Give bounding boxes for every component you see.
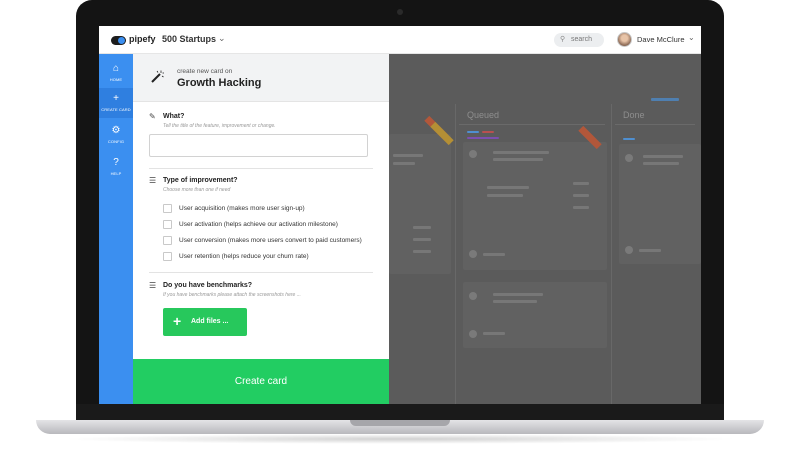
- laptop-shadow: [60, 434, 740, 444]
- sidebar-item-config[interactable]: ⚙ CONFIG: [99, 120, 133, 150]
- card-text: [643, 155, 683, 158]
- option-label: User conversion (makes more users conver…: [179, 237, 362, 244]
- user-menu-chevron-icon[interactable]: ⌄: [688, 33, 695, 42]
- card-text: [493, 293, 543, 296]
- avatar: [469, 330, 477, 338]
- checkbox[interactable]: [163, 204, 172, 213]
- column-separator: [455, 104, 456, 404]
- create-card-panel: create new card on Growth Hacking ✎ What…: [133, 54, 389, 404]
- panel-subtitle: create new card on: [177, 68, 233, 75]
- benchmarks-label: Do you have benchmarks?: [163, 282, 253, 289]
- card-text: [487, 194, 523, 197]
- card-tag: [482, 131, 494, 133]
- avatar: [625, 246, 633, 254]
- column-separator: [611, 104, 612, 404]
- avatar: [469, 250, 477, 258]
- sidebar-item-label: CONFIG: [107, 139, 125, 144]
- list-icon: ☰: [149, 176, 157, 185]
- home-icon: ⌂: [112, 63, 120, 74]
- card-text: [393, 162, 415, 165]
- chevron-down-icon[interactable]: ⌄: [218, 33, 226, 44]
- laptop-notch: [350, 420, 450, 426]
- add-files-button[interactable]: + Add files ...: [163, 308, 247, 336]
- board-button: [651, 98, 679, 101]
- checkbox[interactable]: [163, 236, 172, 245]
- sidebar-item-home[interactable]: ⌂ HOME: [99, 58, 133, 88]
- title-input[interactable]: [149, 134, 368, 157]
- checkbox[interactable]: [163, 220, 172, 229]
- card-icon: [469, 292, 477, 300]
- card-text: [487, 186, 529, 189]
- type-label: Type of improvement?: [163, 177, 238, 184]
- card-text: [573, 206, 589, 209]
- pipe-title: Growth Hacking: [177, 77, 262, 89]
- add-files-label: Add files ...: [191, 318, 229, 325]
- gear-icon: ⚙: [111, 125, 121, 136]
- card-icon: [469, 150, 477, 158]
- kanban-board-overlay: Queued Done: [389, 54, 701, 404]
- card-placeholder: [463, 282, 607, 348]
- card-text: [573, 182, 589, 185]
- plus-icon: +: [173, 313, 182, 329]
- sidebar-item-label: HOME: [109, 77, 123, 82]
- laptop-chin: [76, 404, 724, 420]
- card-text: [639, 249, 661, 252]
- card-text: [483, 332, 505, 335]
- card-text: [493, 158, 543, 161]
- search-input[interactable]: ⚲ search: [554, 33, 604, 47]
- search-icon: ⚲: [560, 36, 566, 43]
- app-screen: pipefy 500 Startups ⌄ ⚲ search Dave McCl…: [99, 26, 701, 404]
- sidebar-item-create-card[interactable]: + CREATE CARD: [99, 88, 133, 118]
- option-label: User retention (helps reduce your churn …: [179, 253, 309, 260]
- card-text: [573, 194, 589, 197]
- card-text: [483, 253, 505, 256]
- card-placeholder: [463, 142, 607, 270]
- option-label: User acquisition (makes more user sign-u…: [179, 205, 305, 212]
- laptop-mockup: pipefy 500 Startups ⌄ ⚲ search Dave McCl…: [0, 0, 800, 450]
- card-text: [393, 154, 423, 157]
- create-card-button[interactable]: Create card: [133, 359, 389, 404]
- option-label: User activation (helps achieve our activ…: [179, 221, 338, 228]
- sidebar: ⌂ HOME + CREATE CARD ⚙ CONFIG ? HELP: [99, 54, 133, 404]
- organization-switcher[interactable]: 500 Startups: [162, 34, 216, 44]
- card-text: [413, 250, 431, 253]
- card-text: [413, 226, 431, 229]
- card-icon: [625, 154, 633, 162]
- divider: [149, 168, 373, 169]
- column-title-done: Done: [623, 110, 645, 120]
- what-hint: Tell the title of the feature, improveme…: [163, 123, 276, 129]
- divider: [149, 272, 373, 273]
- pipefy-logo-icon[interactable]: [111, 36, 126, 45]
- column-title-queued: Queued: [467, 110, 500, 120]
- plus-icon: +: [113, 93, 119, 104]
- column-header-line: [615, 124, 695, 125]
- card-tag: [467, 137, 499, 139]
- card-tag: [467, 131, 479, 133]
- webcam: [397, 9, 403, 15]
- panel-header: create new card on Growth Hacking: [133, 54, 389, 102]
- edit-icon: ✎: [149, 112, 156, 121]
- help-icon: ?: [113, 157, 119, 168]
- top-bar: pipefy 500 Startups ⌄ ⚲ search Dave McCl…: [99, 26, 701, 54]
- brand-name[interactable]: pipefy: [129, 34, 156, 44]
- card-tag: [623, 138, 635, 140]
- card-text: [493, 300, 537, 303]
- card-placeholder: [619, 144, 701, 264]
- card-placeholder: [389, 134, 451, 274]
- benchmarks-hint: If you have benchmarks please attach the…: [163, 292, 301, 298]
- sidebar-item-help[interactable]: ? HELP: [99, 152, 133, 182]
- card-text: [493, 151, 549, 154]
- user-name[interactable]: Dave McClure: [637, 35, 685, 44]
- sidebar-item-label: HELP: [110, 171, 122, 176]
- checkbox[interactable]: [163, 252, 172, 261]
- what-label: What?: [163, 113, 185, 120]
- sidebar-item-label: CREATE CARD: [101, 107, 131, 112]
- magic-wand-icon: [151, 70, 164, 83]
- list-icon: ☰: [149, 281, 157, 290]
- card-text: [413, 238, 431, 241]
- type-hint: Choose more than one if need: [163, 187, 231, 193]
- avatar[interactable]: [617, 32, 632, 47]
- search-placeholder: search: [571, 36, 593, 43]
- card-text: [643, 162, 679, 165]
